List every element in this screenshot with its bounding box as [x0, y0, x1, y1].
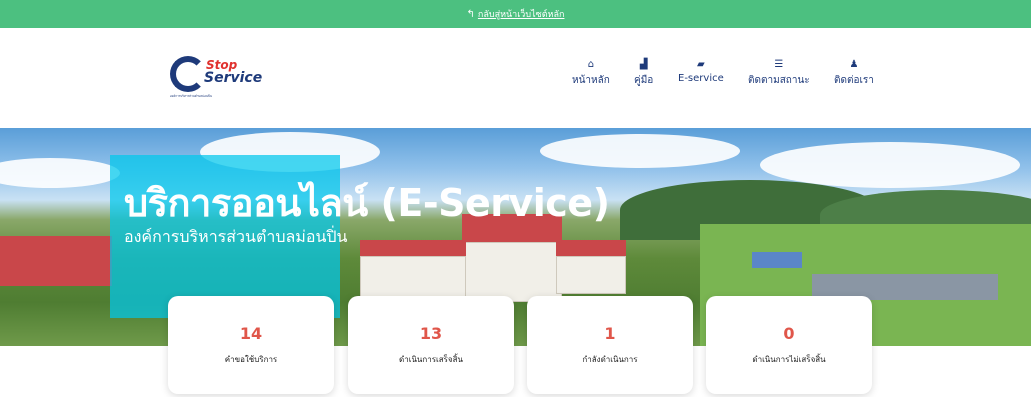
manual-icon: ▟: [639, 59, 648, 70]
logo-org-text: องค์การบริหารส่วนตำบลม่อนปิ่น: [170, 94, 212, 98]
nav-manual[interactable]: ▟ คู่มือ: [634, 58, 653, 88]
nav-track-status[interactable]: ☰ ติดตามสถานะ: [748, 58, 810, 88]
stat-card-completed: 13 ดำเนินการเสร็จสิ้น: [348, 296, 514, 394]
home-icon: ⌂: [587, 59, 595, 70]
back-to-main-site-link[interactable]: กลับสู่หน้าเว็บไซต์หลัก: [478, 7, 565, 21]
list-icon: ☰: [774, 59, 784, 70]
stat-value: 13: [419, 324, 443, 343]
stat-card-requests: 14 คำขอใช้บริการ: [168, 296, 334, 394]
logo[interactable]: Stop Service องค์การบริหารส่วนตำบลม่อนปิ…: [170, 54, 265, 102]
back-arrow-icon: ↰: [466, 8, 475, 20]
logo-service-text: Service: [204, 70, 263, 86]
top-bar: ↰ กลับสู่หน้าเว็บไซต์หลัก: [0, 0, 1031, 28]
stat-value: 14: [239, 324, 263, 343]
hero-subtitle: องค์การบริหารส่วนตำบลม่อนปิ่น: [124, 227, 348, 246]
nav-manual-label: คู่มือ: [634, 75, 654, 86]
stat-label: กำลังดำเนินการ: [582, 355, 638, 364]
nav-track-status-label: ติดตามสถานะ: [748, 75, 810, 86]
stat-value: 1: [604, 324, 616, 343]
logo-ring-icon: [170, 56, 206, 92]
contact-icon: ♟: [849, 59, 859, 70]
stat-label: ดำเนินการเสร็จสิ้น: [399, 355, 463, 364]
folder-icon: ▰: [697, 59, 705, 70]
header: Stop Service องค์การบริหารส่วนตำบลม่อนปิ…: [0, 28, 1031, 128]
nav-eservice-label: E-service: [678, 73, 724, 84]
stat-card-not-completed: 0 ดำเนินการไม่เสร็จสิ้น: [706, 296, 872, 394]
stat-card-in-progress: 1 กำลังดำเนินการ: [527, 296, 693, 394]
nav-contact-label: ติดต่อเรา: [834, 75, 874, 86]
stat-label: ดำเนินการไม่เสร็จสิ้น: [752, 355, 826, 364]
nav-eservice[interactable]: ▰ E-service: [678, 58, 724, 84]
stat-label: คำขอใช้บริการ: [224, 355, 278, 364]
nav-contact[interactable]: ♟ ติดต่อเรา: [834, 58, 874, 88]
hero-title: บริการออนไลน์ (E-Service): [124, 181, 610, 225]
hero-banner: บริการออนไลน์ (E-Service) องค์การบริหารส…: [0, 128, 1031, 346]
stat-value: 0: [783, 324, 795, 343]
nav-home[interactable]: ⌂ หน้าหลัก: [572, 58, 610, 88]
nav-home-label: หน้าหลัก: [572, 75, 610, 86]
